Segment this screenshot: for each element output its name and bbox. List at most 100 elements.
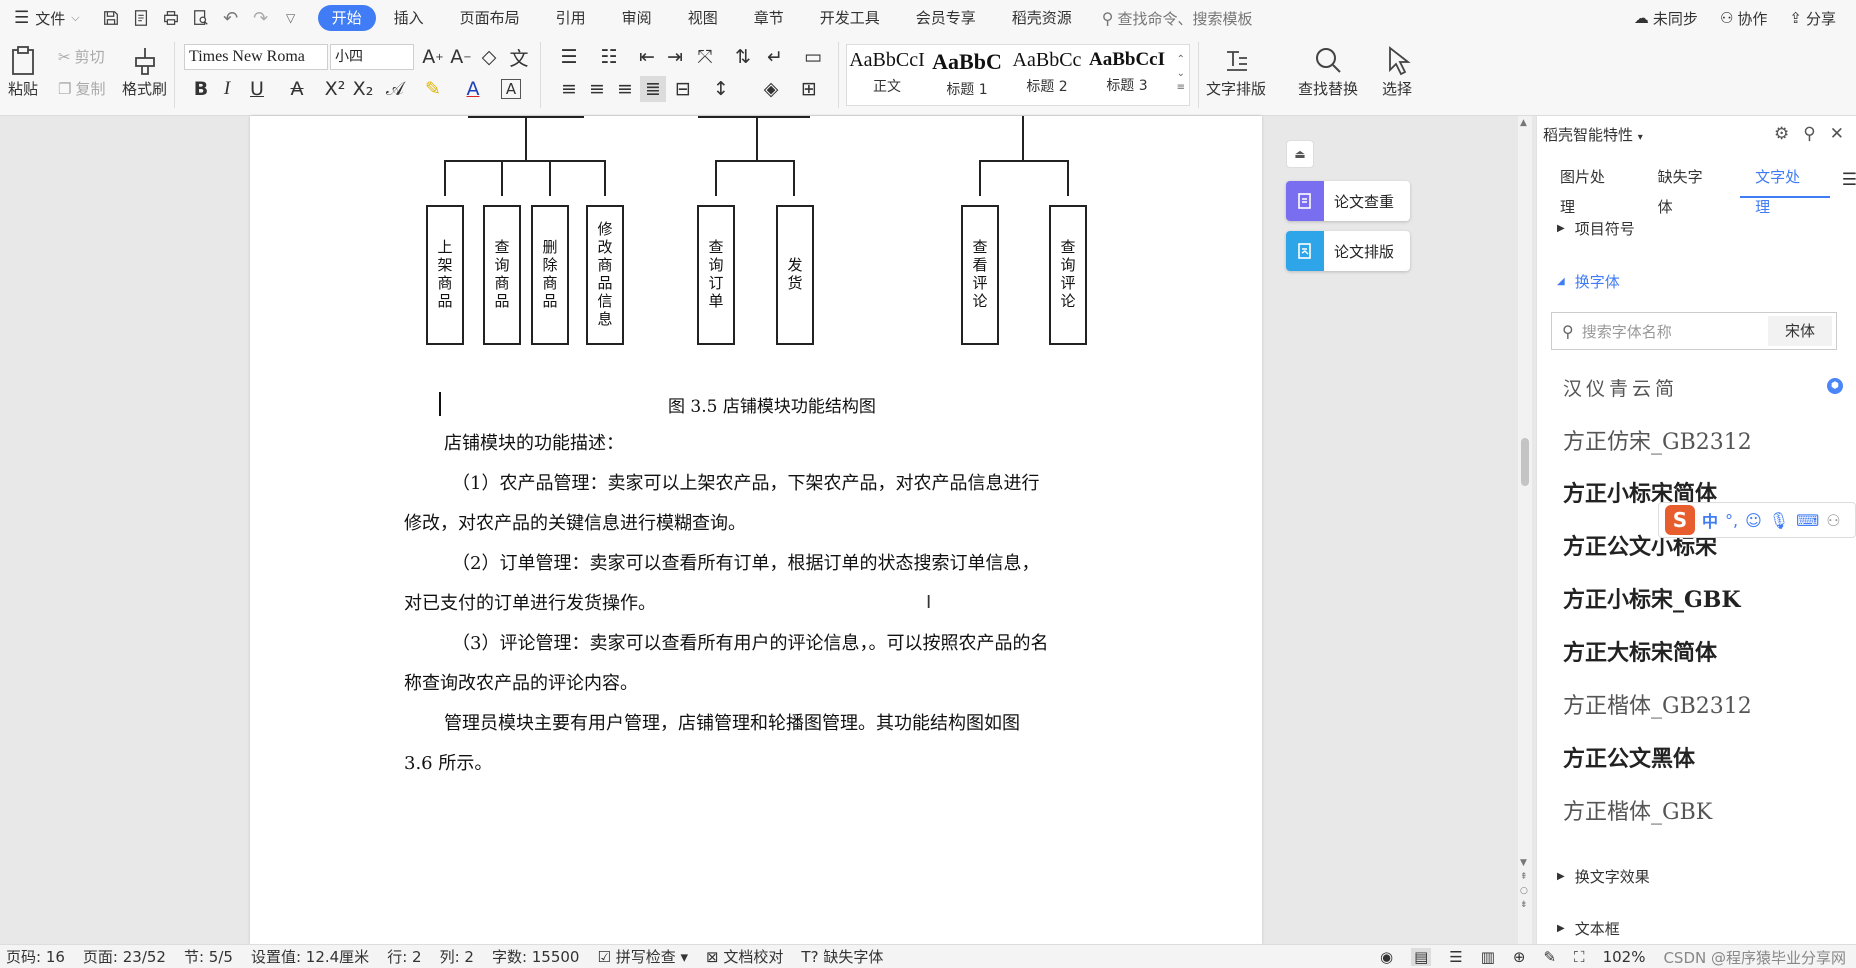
section-textbox[interactable]: ▶ 文本框 [1557, 918, 1620, 939]
print-preview-icon[interactable] [188, 5, 214, 31]
paper-layout-button[interactable]: 论文排版 [1286, 231, 1410, 271]
char-border-icon[interactable]: A [501, 79, 521, 99]
superscript-icon[interactable]: X² [322, 76, 348, 102]
tab-home[interactable]: 开始 [317, 5, 376, 31]
customize-toolbar-icon[interactable]: ▽ [278, 5, 304, 31]
tab-image-processing[interactable]: 图片处理 [1545, 162, 1635, 216]
align-left-icon[interactable]: ≡ [556, 76, 582, 102]
export-pdf-icon[interactable] [128, 5, 154, 31]
setting-value[interactable]: 设置值: 12.4厘米 [251, 946, 369, 967]
pinyin-icon[interactable]: 文 [506, 44, 532, 70]
sync-status[interactable]: ☁ 未同步 [1634, 8, 1698, 29]
highlight-icon[interactable]: ✎ [420, 76, 446, 102]
scroll-thumb[interactable] [1521, 438, 1529, 486]
col-indicator[interactable]: 列: 2 [440, 946, 474, 967]
paper-check-button[interactable]: 论文查重 [1286, 181, 1410, 221]
spell-check-button[interactable]: ☑ 拼写检查 ▾ [597, 946, 688, 967]
pen-icon[interactable]: ✎ [1543, 948, 1556, 966]
font-option[interactable]: 方正仿宋_GB2312 [1563, 424, 1752, 456]
save-icon[interactable] [98, 5, 124, 31]
close-icon[interactable]: ✕ [1830, 124, 1844, 144]
chinese-layout-icon[interactable]: ⤧ [692, 44, 718, 70]
collapse-icon[interactable]: ⏏ [1286, 140, 1314, 168]
user-icon[interactable]: ⚇ [1826, 511, 1840, 530]
justify-icon[interactable]: ≣ [640, 76, 666, 102]
section-bullets[interactable]: ▶ 项目符号 [1557, 218, 1635, 239]
page-view-icon[interactable]: ▤ [1411, 948, 1432, 966]
align-center-icon[interactable]: ≡ [584, 76, 610, 102]
scroll-up-icon[interactable]: ▲ [1520, 118, 1527, 128]
web-view-icon[interactable]: ⊕ [1513, 948, 1526, 966]
borders-icon[interactable]: ⊞ [796, 76, 822, 102]
paste-button[interactable]: 粘贴 [6, 44, 40, 99]
text-effect-icon[interactable]: 𝒜 [382, 76, 408, 102]
sort-icon[interactable]: ⇅ [730, 44, 756, 70]
ime-toolbar[interactable]: S 中 °, ☺ 🎙 ⌨ ⚇ [1658, 502, 1856, 538]
shading-icon[interactable]: ◈ [758, 76, 784, 102]
select-button[interactable]: 选择 [1380, 44, 1414, 99]
increase-indent-icon[interactable]: ⇥ [662, 44, 688, 70]
print-icon[interactable] [158, 5, 184, 31]
font-option[interactable]: 方正楷体_GBK [1563, 794, 1712, 826]
tab-developer[interactable]: 开发工具 [802, 5, 898, 31]
strikethrough-icon[interactable]: A [284, 76, 310, 102]
cut-button[interactable]: ✂ 剪切 [58, 46, 105, 67]
bold-icon[interactable]: B [188, 76, 214, 102]
table-line-icon[interactable]: ▭ [800, 44, 826, 70]
reading-view-icon[interactable]: ▥ [1481, 948, 1495, 966]
copy-button[interactable]: ❐ 复制 [58, 78, 105, 99]
punctuation-icon[interactable]: °, [1725, 511, 1738, 530]
shrink-font-icon[interactable]: A − [448, 44, 474, 70]
outline-view-icon[interactable]: ☰ [1449, 948, 1462, 966]
microphone-icon[interactable]: 🎙 [1769, 511, 1789, 530]
keyboard-icon[interactable]: ⌨ [1796, 511, 1819, 530]
align-right-icon[interactable]: ≡ [612, 76, 638, 102]
undo-icon[interactable]: ↶ [218, 5, 244, 31]
tab-review[interactable]: 审阅 [604, 5, 670, 31]
font-option[interactable]: 汉仪青云简 [1563, 374, 1678, 401]
gear-icon[interactable]: ⚙ [1774, 124, 1789, 144]
section-indicator[interactable]: 节: 5/5 [184, 946, 233, 967]
font-name-combo[interactable]: Times New Roma [184, 44, 328, 70]
italic-icon[interactable]: I [214, 76, 240, 102]
font-option[interactable]: 方正楷体_GB2312 [1563, 688, 1752, 720]
font-option[interactable]: 方正大标宋简体 [1563, 635, 1717, 667]
distribute-icon[interactable]: ⊟ [670, 76, 696, 102]
file-menu[interactable]: ☰ 文件 ⌵ [14, 8, 80, 29]
section-font-effects[interactable]: ▶ 换文字效果 [1557, 866, 1650, 887]
proofread-button[interactable]: ⊠ 文档校对 [706, 946, 783, 967]
fit-icon[interactable]: ⛶ [1574, 948, 1585, 966]
tab-missing-fonts[interactable]: 缺失字体 [1643, 162, 1733, 216]
text-layout-button[interactable]: 文字排版 [1206, 44, 1266, 99]
emoji-icon[interactable]: ☺ [1745, 511, 1762, 530]
grow-font-icon[interactable]: A + [420, 44, 446, 70]
tab-member[interactable]: 会员专享 [898, 5, 994, 31]
bullet-list-icon[interactable]: ☰ [556, 44, 582, 70]
format-painter-button[interactable]: 格式刷 [122, 44, 167, 99]
collab-button[interactable]: ⚇ 协作 [1720, 8, 1767, 29]
font-search-input[interactable]: ⚲ 搜索字体名称 宋体 [1551, 312, 1837, 350]
underline-icon[interactable]: U [244, 76, 270, 102]
zoom-level[interactable]: 102% [1603, 948, 1646, 966]
tab-insert[interactable]: 插入 [376, 5, 442, 31]
eye-icon[interactable]: ◉ [1380, 948, 1393, 966]
tab-view[interactable]: 视图 [670, 5, 736, 31]
style-normal[interactable]: AaBbCcI 正文 [847, 49, 927, 96]
show-marks-icon[interactable]: ↵ [762, 44, 788, 70]
font-size-combo[interactable]: 小四 [330, 44, 414, 70]
command-search[interactable]: ⚲ 查找命令、搜索模板 [1102, 8, 1253, 29]
page-nav-icons[interactable]: ▼ ⇞ ○ ⇟ [1520, 856, 1528, 912]
tab-chapter[interactable]: 章节 [736, 5, 802, 31]
find-replace-button[interactable]: 查找替换 [1298, 44, 1358, 99]
tab-references[interactable]: 引用 [538, 5, 604, 31]
style-heading-3[interactable]: AaBbCcI 标题 3 [1087, 49, 1167, 95]
menu-icon[interactable]: ☰ [1842, 170, 1856, 190]
subscript-icon[interactable]: X₂ [350, 76, 376, 102]
tab-text-processing[interactable]: 文字处理 [1740, 162, 1830, 216]
missing-font-button[interactable]: T? 缺失字体 [801, 946, 883, 967]
pin-icon[interactable]: ⚲ [1803, 124, 1815, 144]
page-code[interactable]: 页码: 16 [6, 946, 65, 967]
ime-mode[interactable]: 中 [1702, 508, 1718, 532]
numbered-list-icon[interactable]: ☷ [596, 44, 622, 70]
decrease-indent-icon[interactable]: ⇤ [634, 44, 660, 70]
